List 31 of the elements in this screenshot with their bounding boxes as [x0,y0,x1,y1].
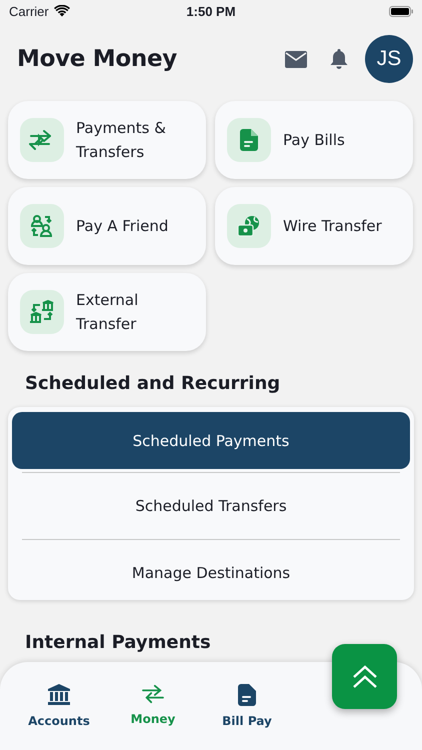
tab-item[interactable]: Money [106,662,200,750]
document-icon [238,684,256,706]
section-heading: Internal Payments [25,632,212,653]
bell-icon[interactable] [329,48,349,70]
scroll-up-button[interactable] [332,644,397,709]
avatar[interactable]: JS [365,35,413,83]
bank-exchange-icon [20,290,64,334]
battery-icon [388,6,413,16]
menu-option[interactable]: Manage Destinations [12,543,410,603]
carrier-label: Carrier [9,4,49,18]
action-tile[interactable]: External Transfer [8,273,206,351]
globe-money-icon [227,204,271,248]
tab-item[interactable]: Bill Pay [200,662,294,750]
action-tile[interactable]: Pay Bills [215,101,413,179]
action-tile[interactable]: Pay A Friend [8,187,206,265]
document-icon [227,118,271,162]
menu-option[interactable]: Scheduled Transfers [12,476,410,536]
tab-item[interactable]: Accounts [12,662,106,750]
bank-icon [48,684,70,706]
double-chevron-up-icon [352,664,378,688]
transfer-arrows-icon [20,118,64,162]
clock: 1:50 PM [186,4,236,18]
menu-option[interactable]: Scheduled Payments [12,412,410,469]
transfer-arrows-icon [141,684,165,704]
page-title: Move Money [17,46,178,72]
action-tile[interactable]: Payments & Transfers [8,101,206,179]
people-exchange-icon [20,204,64,248]
action-tile[interactable]: Wire Transfer [215,187,413,265]
wifi-icon [54,5,70,17]
section-heading: Scheduled and Recurring [25,373,282,394]
mail-icon[interactable] [285,50,307,68]
